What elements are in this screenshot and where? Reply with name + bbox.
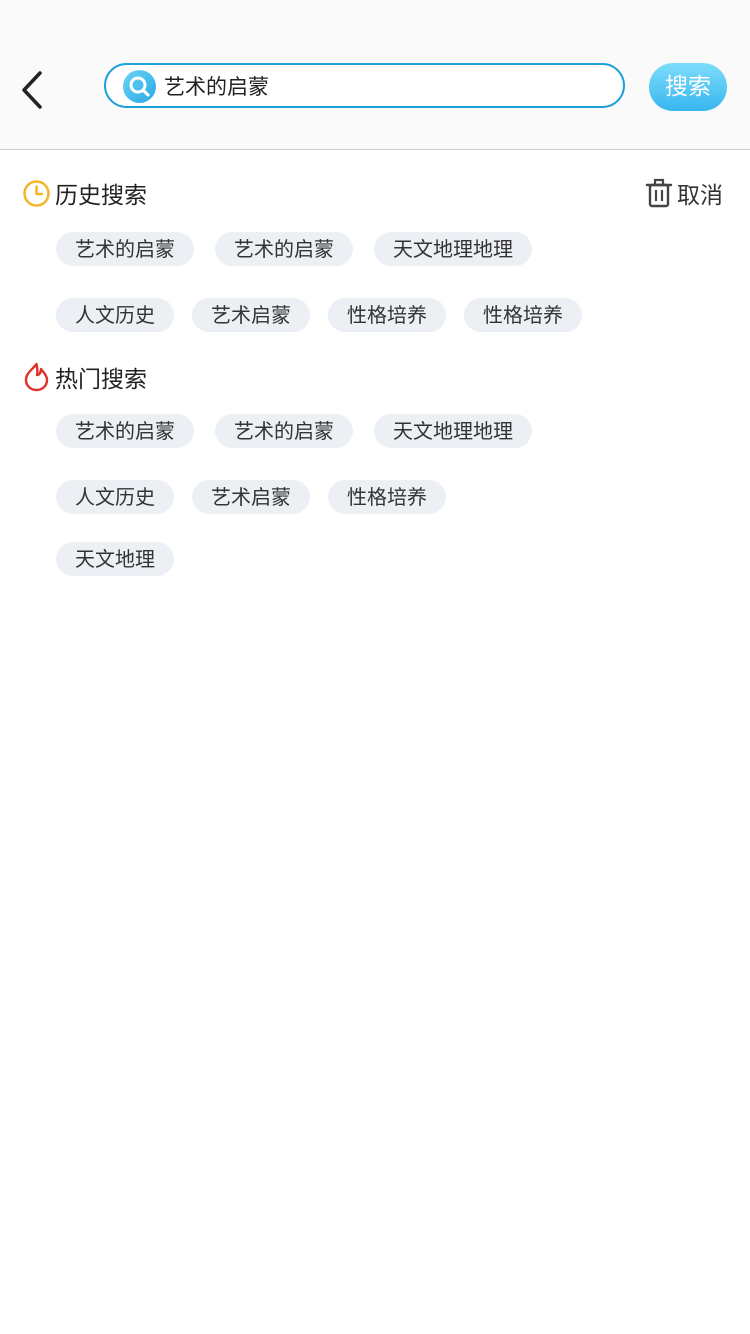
hot-tag[interactable]: 艺术的启蒙 xyxy=(215,414,353,448)
flame-icon xyxy=(24,362,49,392)
hot-tag[interactable]: 人文历史 xyxy=(56,480,174,514)
history-tag[interactable]: 天文地理地理 xyxy=(374,232,532,266)
hot-title-label: 热门搜索 xyxy=(55,367,147,393)
clear-label: 取消 xyxy=(677,183,723,209)
search-input[interactable] xyxy=(164,69,594,103)
trash-icon xyxy=(645,178,673,208)
hot-tag[interactable]: 艺术的启蒙 xyxy=(56,414,194,448)
header-bar: 搜索 xyxy=(0,0,750,150)
chevron-left-icon xyxy=(22,71,42,109)
history-tag[interactable]: 性格培养 xyxy=(328,298,446,332)
history-tag[interactable]: 艺术的启蒙 xyxy=(56,232,194,266)
search-box[interactable] xyxy=(104,63,625,108)
hot-tag[interactable]: 艺术启蒙 xyxy=(192,480,310,514)
search-button[interactable]: 搜索 xyxy=(649,63,727,111)
back-button[interactable] xyxy=(14,68,54,112)
hot-tag[interactable]: 性格培养 xyxy=(328,480,446,514)
hot-section-title: 热门搜索 xyxy=(22,360,147,394)
history-title-label: 历史搜索 xyxy=(55,183,147,209)
clear-history-button[interactable]: 取消 xyxy=(645,176,723,210)
hot-tag[interactable]: 天文地理 xyxy=(56,542,174,576)
history-tag[interactable]: 性格培养 xyxy=(464,298,582,332)
history-tag[interactable]: 艺术启蒙 xyxy=(192,298,310,332)
history-section-title: 历史搜索 xyxy=(22,176,147,210)
history-tag[interactable]: 人文历史 xyxy=(56,298,174,332)
search-icon xyxy=(123,70,156,103)
hot-tag[interactable]: 天文地理地理 xyxy=(374,414,532,448)
clock-icon xyxy=(23,179,50,207)
history-tag[interactable]: 艺术的启蒙 xyxy=(215,232,353,266)
